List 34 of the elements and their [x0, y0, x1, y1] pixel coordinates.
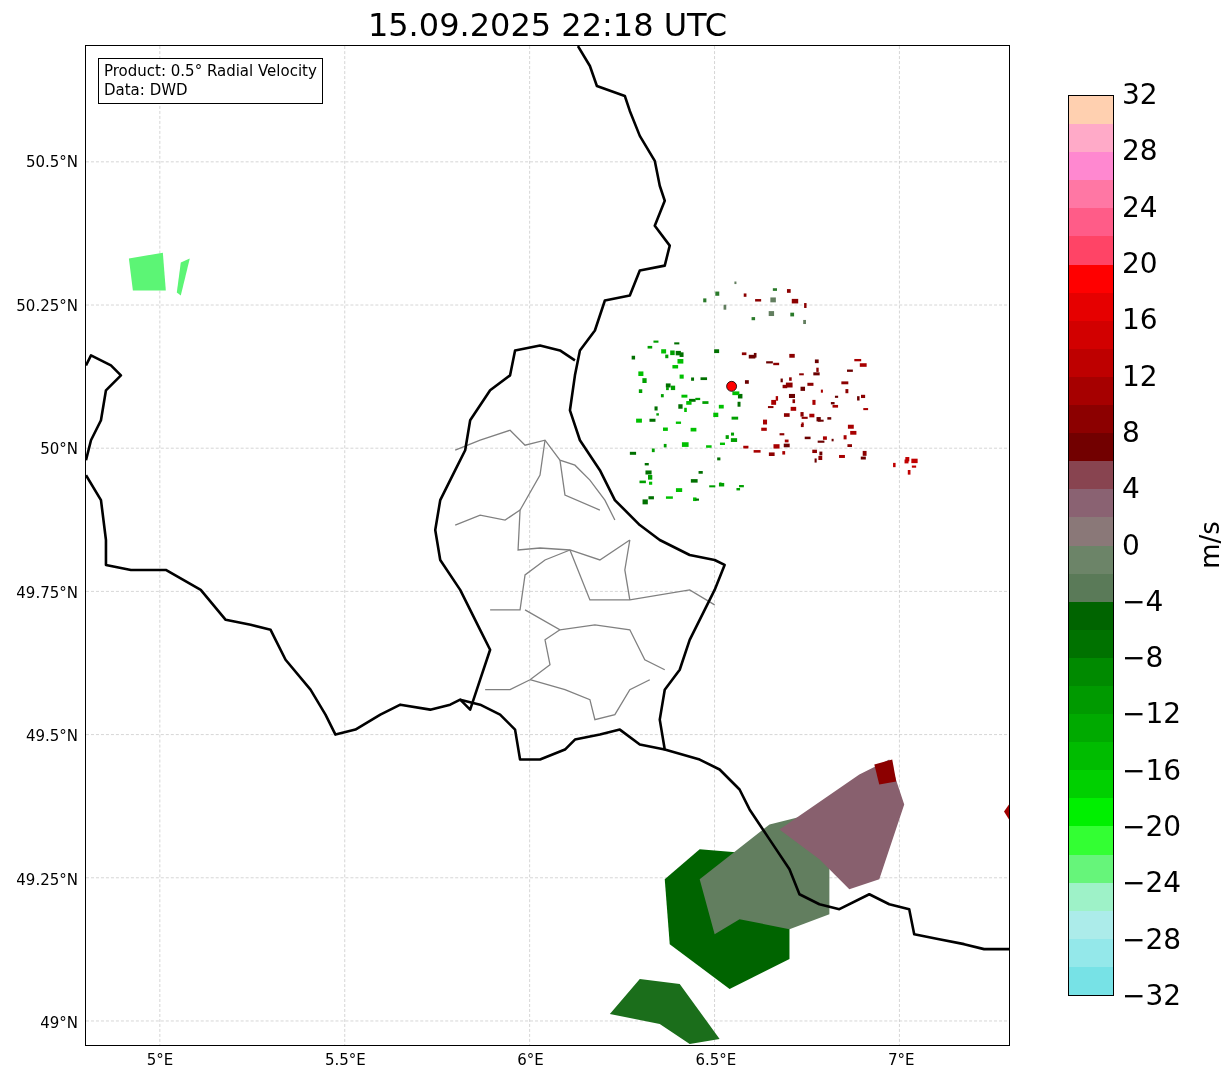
longitude-label: 5°E — [146, 1051, 174, 1069]
latitude-label: 49.75°N — [16, 583, 78, 602]
colorbar-tick-label: 4 — [1122, 474, 1140, 505]
latitude-label: 50.25°N — [16, 296, 78, 315]
colorbar-tick-label: −24 — [1122, 868, 1182, 899]
chart-title: 15.09.2025 22:18 UTC — [366, 5, 729, 46]
colorbar-tick-label: −20 — [1122, 812, 1182, 843]
colorbar-tick-label: 12 — [1122, 361, 1158, 392]
colorbar-tick-label: 32 — [1122, 80, 1158, 110]
colorbar-tick-label: −28 — [1122, 924, 1182, 955]
colorbar-tick-label: −8 — [1122, 643, 1164, 674]
longitude-label: 6.5°E — [695, 1051, 737, 1069]
radar-site-marker — [726, 380, 737, 392]
longitude-label: 6°E — [517, 1051, 544, 1069]
info-text: Data: DWD — [104, 81, 189, 100]
latitude-label: 50°N — [40, 440, 78, 458]
colorbar-tick-label: 8 — [1122, 417, 1140, 448]
colorbar-tick-label: −16 — [1122, 755, 1182, 786]
colorbar-tick-label: 28 — [1122, 136, 1158, 167]
colorbar-tick-label: −12 — [1122, 699, 1182, 730]
colorbar-unit-label: m/s — [1194, 521, 1225, 569]
info-text: Product: 0.5° Radial Velocity — [104, 62, 317, 81]
colorbar-tick-label: −32 — [1122, 981, 1182, 1011]
colorbar-tick-label: −4 — [1122, 586, 1164, 617]
latitude-label: 49.25°N — [16, 870, 78, 889]
colorbar-tick-label: 16 — [1122, 305, 1158, 336]
latitude-label: 49°N — [40, 1014, 78, 1032]
longitude-label: 5.5°E — [324, 1051, 366, 1069]
longitude-label: 7°E — [887, 1051, 915, 1069]
colorbar-tick-label: 24 — [1122, 192, 1158, 223]
latitude-label: 49.5°N — [25, 727, 78, 745]
colorbar-tick-label: 0 — [1122, 530, 1140, 561]
colorbar-tick-label: 20 — [1122, 248, 1158, 279]
latitude-label: 50.5°N — [25, 153, 78, 171]
